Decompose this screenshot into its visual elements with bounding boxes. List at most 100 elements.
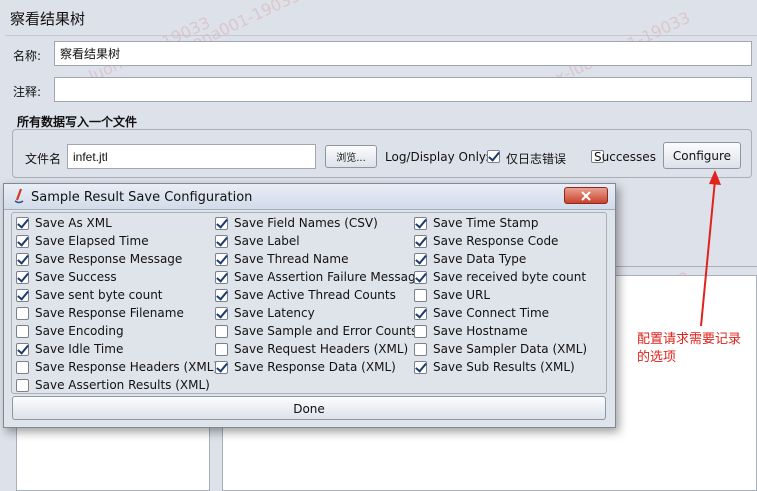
save-option-label: Save Field Names (CSV) bbox=[234, 216, 378, 230]
save-option-label: Save Assertion Failure Message bbox=[234, 270, 423, 284]
save-option-label: Save Sampler Data (XML) bbox=[433, 342, 588, 356]
save-option[interactable]: Save Response Filename bbox=[16, 304, 184, 322]
save-option-checkbox[interactable] bbox=[215, 342, 228, 356]
save-option[interactable]: Save Connect Time bbox=[414, 304, 549, 322]
save-option[interactable]: Save Latency bbox=[215, 304, 315, 322]
save-option[interactable]: Save Thread Name bbox=[215, 250, 348, 268]
save-option-checkbox[interactable] bbox=[414, 216, 427, 230]
save-option[interactable]: Save Field Names (CSV) bbox=[215, 214, 378, 232]
save-option[interactable]: Save Sample and Error Counts bbox=[215, 322, 417, 340]
save-options-panel: Save As XML Save Elapsed Time Save Respons… bbox=[11, 212, 607, 394]
save-option-label: Save Connect Time bbox=[433, 306, 550, 320]
save-option[interactable]: Save Active Thread Counts bbox=[215, 286, 396, 304]
save-option[interactable]: Save Response Code bbox=[414, 232, 558, 250]
file-section-title: 所有数据写入一个文件 bbox=[17, 115, 138, 129]
save-option-checkbox[interactable] bbox=[16, 216, 29, 230]
save-option-checkbox[interactable] bbox=[16, 360, 29, 374]
save-option-label: Save Assertion Results (XML) bbox=[35, 378, 210, 392]
save-option[interactable]: Save Idle Time bbox=[16, 340, 123, 358]
comment-label: 注释: bbox=[13, 85, 42, 99]
save-option[interactable]: Save Time Stamp bbox=[414, 214, 538, 232]
save-option[interactable]: Save Response Message bbox=[16, 250, 182, 268]
save-option-label: Save Time Stamp bbox=[433, 216, 539, 230]
save-option-checkbox[interactable] bbox=[215, 360, 228, 374]
save-config-dialog: Sample Result Save Configuration Save As… bbox=[3, 183, 616, 428]
log-display-label: Log/Display Only: bbox=[385, 150, 490, 164]
save-option-checkbox[interactable] bbox=[414, 252, 427, 266]
save-option-label: Save URL bbox=[433, 288, 491, 302]
save-option-checkbox[interactable] bbox=[414, 342, 427, 356]
filename-field[interactable] bbox=[67, 144, 316, 169]
save-option-checkbox[interactable] bbox=[16, 306, 29, 320]
comment-field[interactable] bbox=[54, 77, 752, 102]
save-option-label: Save Sub Results (XML) bbox=[433, 360, 575, 374]
save-option-checkbox[interactable] bbox=[414, 360, 427, 374]
save-option[interactable]: Save Response Headers (XML) bbox=[16, 358, 218, 376]
save-option[interactable]: Save Label bbox=[215, 232, 300, 250]
save-option-label: Save Latency bbox=[234, 306, 315, 320]
save-option-checkbox[interactable] bbox=[215, 252, 228, 266]
save-option-checkbox[interactable] bbox=[16, 342, 29, 356]
save-option-checkbox[interactable] bbox=[16, 270, 29, 284]
save-option-label: Save Active Thread Counts bbox=[234, 288, 396, 302]
save-option-checkbox[interactable] bbox=[414, 270, 427, 284]
save-option-label: Save As XML bbox=[35, 216, 112, 230]
save-option-checkbox[interactable] bbox=[215, 288, 228, 302]
save-option-checkbox[interactable] bbox=[16, 378, 29, 392]
save-option[interactable]: Save received byte count bbox=[414, 268, 586, 286]
save-option-label: Save Request Headers (XML) bbox=[234, 342, 409, 356]
dialog-title: Sample Result Save Configuration bbox=[31, 190, 253, 205]
save-option-label: Save Idle Time bbox=[35, 342, 124, 356]
save-option-checkbox[interactable] bbox=[414, 324, 427, 338]
name-field[interactable] bbox=[54, 41, 752, 66]
save-option-checkbox[interactable] bbox=[215, 234, 228, 248]
save-option-label: Save Response Filename bbox=[35, 306, 184, 320]
save-option-label: Save Data Type bbox=[433, 252, 527, 266]
save-option-checkbox[interactable] bbox=[414, 306, 427, 320]
title-divider bbox=[5, 35, 757, 36]
save-option-label: Save sent byte count bbox=[35, 288, 163, 302]
dialog-close-button[interactable] bbox=[564, 187, 608, 204]
save-option-label: Save Thread Name bbox=[234, 252, 349, 266]
save-option-checkbox[interactable] bbox=[414, 288, 427, 302]
save-option[interactable]: Save Success bbox=[16, 268, 117, 286]
page-title: 察看结果树 bbox=[10, 10, 86, 28]
save-option-checkbox[interactable] bbox=[16, 252, 29, 266]
save-option-checkbox[interactable] bbox=[215, 306, 228, 320]
save-option[interactable]: Save As XML bbox=[16, 214, 112, 232]
save-option[interactable]: Save URL bbox=[414, 286, 490, 304]
successes-label: Successes bbox=[594, 150, 656, 164]
save-option-label: Save Encoding bbox=[35, 324, 124, 338]
save-option-label: Save received byte count bbox=[433, 270, 587, 284]
save-option-checkbox[interactable] bbox=[16, 288, 29, 302]
done-button[interactable]: Done bbox=[12, 396, 606, 420]
save-option[interactable]: Save Hostname bbox=[414, 322, 528, 340]
save-option[interactable]: Save Sampler Data (XML) bbox=[414, 340, 587, 358]
save-option-label: Save Success bbox=[35, 270, 117, 284]
save-option[interactable]: Save Request Headers (XML) bbox=[215, 340, 408, 358]
save-option[interactable]: Save Elapsed Time bbox=[16, 232, 149, 250]
save-option[interactable]: Save Assertion Results (XML) bbox=[16, 376, 210, 394]
save-option-checkbox[interactable] bbox=[215, 216, 228, 230]
dialog-titlebar[interactable]: Sample Result Save Configuration bbox=[4, 184, 615, 210]
errors-only-checkbox[interactable] bbox=[487, 150, 500, 163]
save-option-checkbox[interactable] bbox=[414, 234, 427, 248]
save-option-label: Save Hostname bbox=[433, 324, 528, 338]
filename-label: 文件名 bbox=[25, 152, 62, 166]
save-option-checkbox[interactable] bbox=[215, 270, 228, 284]
browse-button[interactable]: 浏览... bbox=[325, 145, 377, 168]
save-option-label: Save Response Headers (XML) bbox=[35, 360, 219, 374]
save-option[interactable]: Save Response Data (XML) bbox=[215, 358, 396, 376]
save-option[interactable]: Save Assertion Failure Message bbox=[215, 268, 423, 286]
save-option-label: Save Elapsed Time bbox=[35, 234, 149, 248]
save-option-label: Save Response Data (XML) bbox=[234, 360, 396, 374]
save-option-checkbox[interactable] bbox=[215, 324, 228, 338]
save-option[interactable]: Save sent byte count bbox=[16, 286, 163, 304]
save-option[interactable]: Save Encoding bbox=[16, 322, 124, 340]
save-option-checkbox[interactable] bbox=[16, 234, 29, 248]
save-option-label: Save Label bbox=[234, 234, 300, 248]
save-option-checkbox[interactable] bbox=[16, 324, 29, 338]
save-option[interactable]: Save Data Type bbox=[414, 250, 526, 268]
save-option[interactable]: Save Sub Results (XML) bbox=[414, 358, 575, 376]
configure-button[interactable]: Configure bbox=[663, 142, 741, 169]
